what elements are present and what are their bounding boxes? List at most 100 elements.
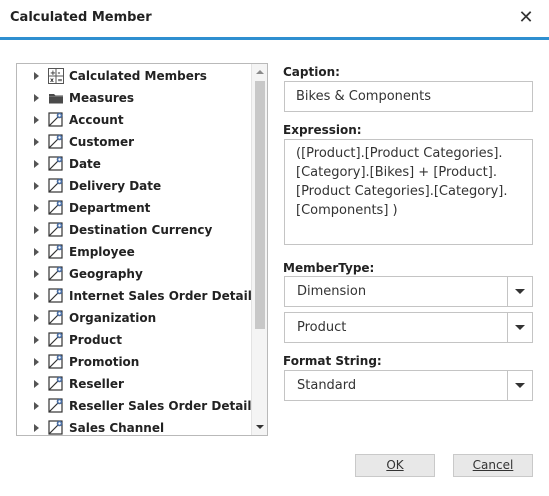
dimension-icon [48, 310, 64, 326]
svg-text:-: - [58, 69, 61, 77]
tree-item[interactable]: Destination Currency [17, 219, 251, 241]
chevron-down-icon [515, 289, 525, 294]
expand-arrow-icon[interactable] [34, 204, 39, 212]
svg-text:=: = [58, 77, 63, 84]
tree-item-label: Delivery Date [69, 179, 162, 193]
expand-arrow-icon[interactable] [34, 248, 39, 256]
close-icon[interactable]: ✕ [517, 9, 535, 27]
membertype-dropdown-button[interactable] [507, 277, 532, 306]
scroll-up-icon[interactable] [256, 70, 264, 74]
dimension-icon [48, 134, 64, 150]
tree-item-label: Internet Sales Order Details [69, 289, 259, 303]
tree-item-label: Promotion [69, 355, 140, 369]
tree-item-label: Date [69, 157, 101, 171]
tree-item-label: Destination Currency [69, 223, 213, 237]
tree-item[interactable]: Customer [17, 131, 251, 153]
window-title: Calculated Member [10, 10, 152, 25]
expand-arrow-icon[interactable] [34, 138, 39, 146]
tree-item[interactable]: Department [17, 197, 251, 219]
cancel-button[interactable]: Cancel [453, 454, 533, 477]
dimension-icon [48, 222, 64, 238]
tree-item-label: Product [69, 333, 122, 347]
expand-arrow-icon[interactable] [34, 226, 39, 234]
tree-item[interactable]: Delivery Date [17, 175, 251, 197]
membertype-select[interactable]: Dimension [284, 276, 533, 307]
tree-item-label: Reseller [69, 377, 124, 391]
expression-label: Expression: [283, 123, 362, 137]
title-bar: Calculated Member ✕ [0, 0, 549, 40]
dimension-icon [48, 376, 64, 392]
dimension-icon [48, 288, 64, 304]
expand-arrow-icon[interactable] [34, 424, 39, 432]
tree-item-label: Organization [69, 311, 157, 325]
chevron-down-icon [515, 325, 525, 330]
dimension-icon [48, 332, 64, 348]
chevron-down-icon [515, 383, 525, 388]
dimension-icon [48, 266, 64, 282]
tree-item-label: Geography [69, 267, 143, 281]
dimension-value: Product [297, 320, 347, 335]
caption-label: Caption: [283, 65, 340, 79]
dimension-icon [48, 244, 64, 260]
ok-button-label: OK [386, 458, 404, 472]
tree-item-label: Sales Channel [69, 421, 165, 435]
tree-item-label: Measures [69, 91, 135, 105]
expand-arrow-icon[interactable] [34, 292, 39, 300]
svg-text:x: x [50, 77, 54, 84]
tree-item[interactable]: Account [17, 109, 251, 131]
tree-scrollbar[interactable] [251, 64, 267, 435]
expand-arrow-icon[interactable] [34, 380, 39, 388]
svg-text:+: + [50, 69, 56, 77]
tree-item[interactable]: Geography [17, 263, 251, 285]
expand-arrow-icon[interactable] [34, 358, 39, 366]
expand-arrow-icon[interactable] [34, 336, 39, 344]
tree-item[interactable]: Employee [17, 241, 251, 263]
tree-items: + - x = Calculated Members Measures Account Cus… [17, 65, 259, 435]
expand-arrow-icon[interactable] [34, 94, 39, 102]
expand-arrow-icon[interactable] [34, 402, 39, 410]
expand-arrow-icon[interactable] [34, 116, 39, 124]
tree-item-label: Reseller Sales Order Details [69, 399, 259, 413]
membertype-value: Dimension [297, 284, 367, 299]
format-string-label: Format String: [283, 354, 382, 368]
expand-arrow-icon[interactable] [34, 182, 39, 190]
expand-arrow-icon[interactable] [34, 270, 39, 278]
expression-input[interactable]: ([Product].[Product Categories]. [Catego… [284, 139, 533, 245]
tree-item[interactable]: Organization [17, 307, 251, 329]
tree-item-label: Account [69, 113, 124, 127]
dimension-select[interactable]: Product [284, 312, 533, 343]
tree-item-label: Calculated Members [69, 69, 207, 83]
expand-arrow-icon[interactable] [34, 160, 39, 168]
format-string-value: Standard [297, 378, 357, 393]
tree-item[interactable]: Internet Sales Order Details [17, 285, 259, 307]
tree-item[interactable]: Reseller [17, 373, 251, 395]
tree-item[interactable]: Sales Channel [17, 417, 251, 435]
ok-button[interactable]: OK [355, 454, 435, 477]
tree-item-label: Employee [69, 245, 135, 259]
tree-item-label: Department [69, 201, 151, 215]
dimension-icon [48, 156, 64, 172]
scroll-thumb[interactable] [255, 81, 265, 329]
expand-arrow-icon[interactable] [34, 314, 39, 322]
format-dropdown-button[interactable] [507, 371, 532, 400]
format-string-select[interactable]: Standard [284, 370, 533, 401]
tree-item[interactable]: Date [17, 153, 251, 175]
membertype-label: MemberType: [283, 261, 375, 275]
tree-item[interactable]: Product [17, 329, 251, 351]
tree-item[interactable]: Promotion [17, 351, 251, 373]
folder-icon [48, 90, 64, 106]
tree-item[interactable]: Reseller Sales Order Details [17, 395, 259, 417]
tree-item[interactable]: + - x = Calculated Members [17, 65, 251, 87]
calculator-icon: + - x = [48, 68, 64, 84]
cancel-button-label: Cancel [472, 458, 514, 472]
dimension-icon [48, 200, 64, 216]
dimension-icon [48, 112, 64, 128]
caption-input[interactable]: Bikes & Components [284, 81, 533, 112]
dimension-dropdown-button[interactable] [507, 313, 532, 342]
tree-item[interactable]: Measures [17, 87, 251, 109]
expand-arrow-icon[interactable] [34, 72, 39, 80]
tree-item-label: Customer [69, 135, 135, 149]
field-tree[interactable]: + - x = Calculated Members Measures Account Cus… [16, 63, 268, 436]
scroll-down-icon[interactable] [256, 425, 264, 429]
dimension-icon [48, 354, 64, 370]
